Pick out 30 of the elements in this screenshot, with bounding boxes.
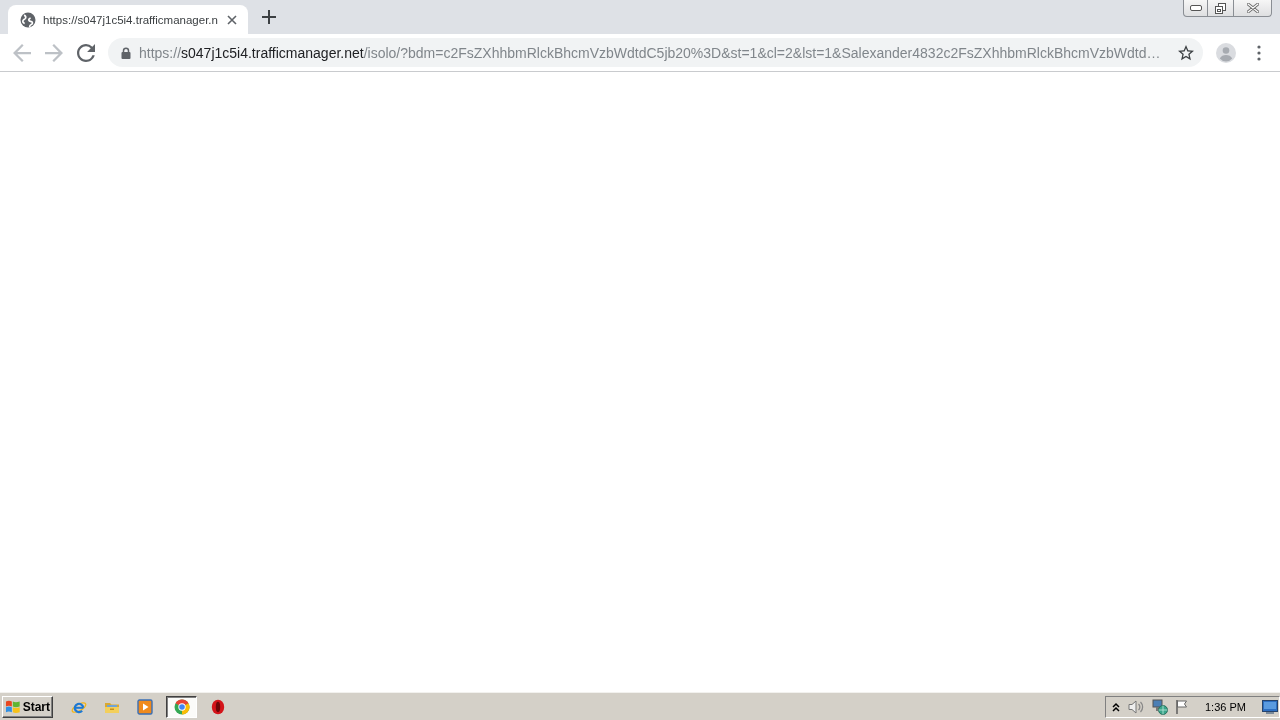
minimize-icon [1189,5,1202,11]
network-icon[interactable] [1152,698,1168,715]
browser-tab[interactable]: https://s047j1c5i4.trafficmanager.n [8,5,248,34]
play-icon [137,698,153,715]
close-icon [227,14,237,25]
reload-icon [77,43,95,62]
close-icon [1246,3,1259,13]
chevron-up-icon[interactable] [1112,701,1120,712]
browser-logo-icon [173,698,190,715]
flag-icon[interactable] [1175,698,1189,715]
globe-icon [20,11,36,28]
clock-text[interactable]: 1:36 PM [1205,700,1246,713]
minimize-button[interactable] [1183,0,1208,17]
speaker-icon[interactable] [1127,698,1145,715]
restore-button[interactable] [1208,0,1234,17]
taskbar-button[interactable] [166,695,197,718]
forward-arrow-icon [45,43,63,62]
o-logo-icon [210,698,226,715]
menu-icon [1257,44,1261,61]
windows-logo-icon [5,699,21,714]
restore-icon [1215,2,1226,14]
star-icon [1178,44,1194,61]
show-desktop-icon[interactable] [1261,699,1278,714]
back-arrow-icon [13,43,31,62]
address-field[interactable]: https://s047j1c5i4.trafficmanager.net/isolo/?bdm=c2FsZXhhbmRlckBhcmVzbWdtdC5jb20%3D&st=1&cl=2&lst=1&Salexander4832c2FsZXhhbmRlckBhcmVzbWdtd… [108,38,1203,67]
close-window-button[interactable] [1234,0,1272,17]
avatar-icon [1216,42,1236,63]
start-button[interactable]: Start [2,695,53,718]
plus-icon [262,10,276,24]
lock-icon [121,46,131,59]
